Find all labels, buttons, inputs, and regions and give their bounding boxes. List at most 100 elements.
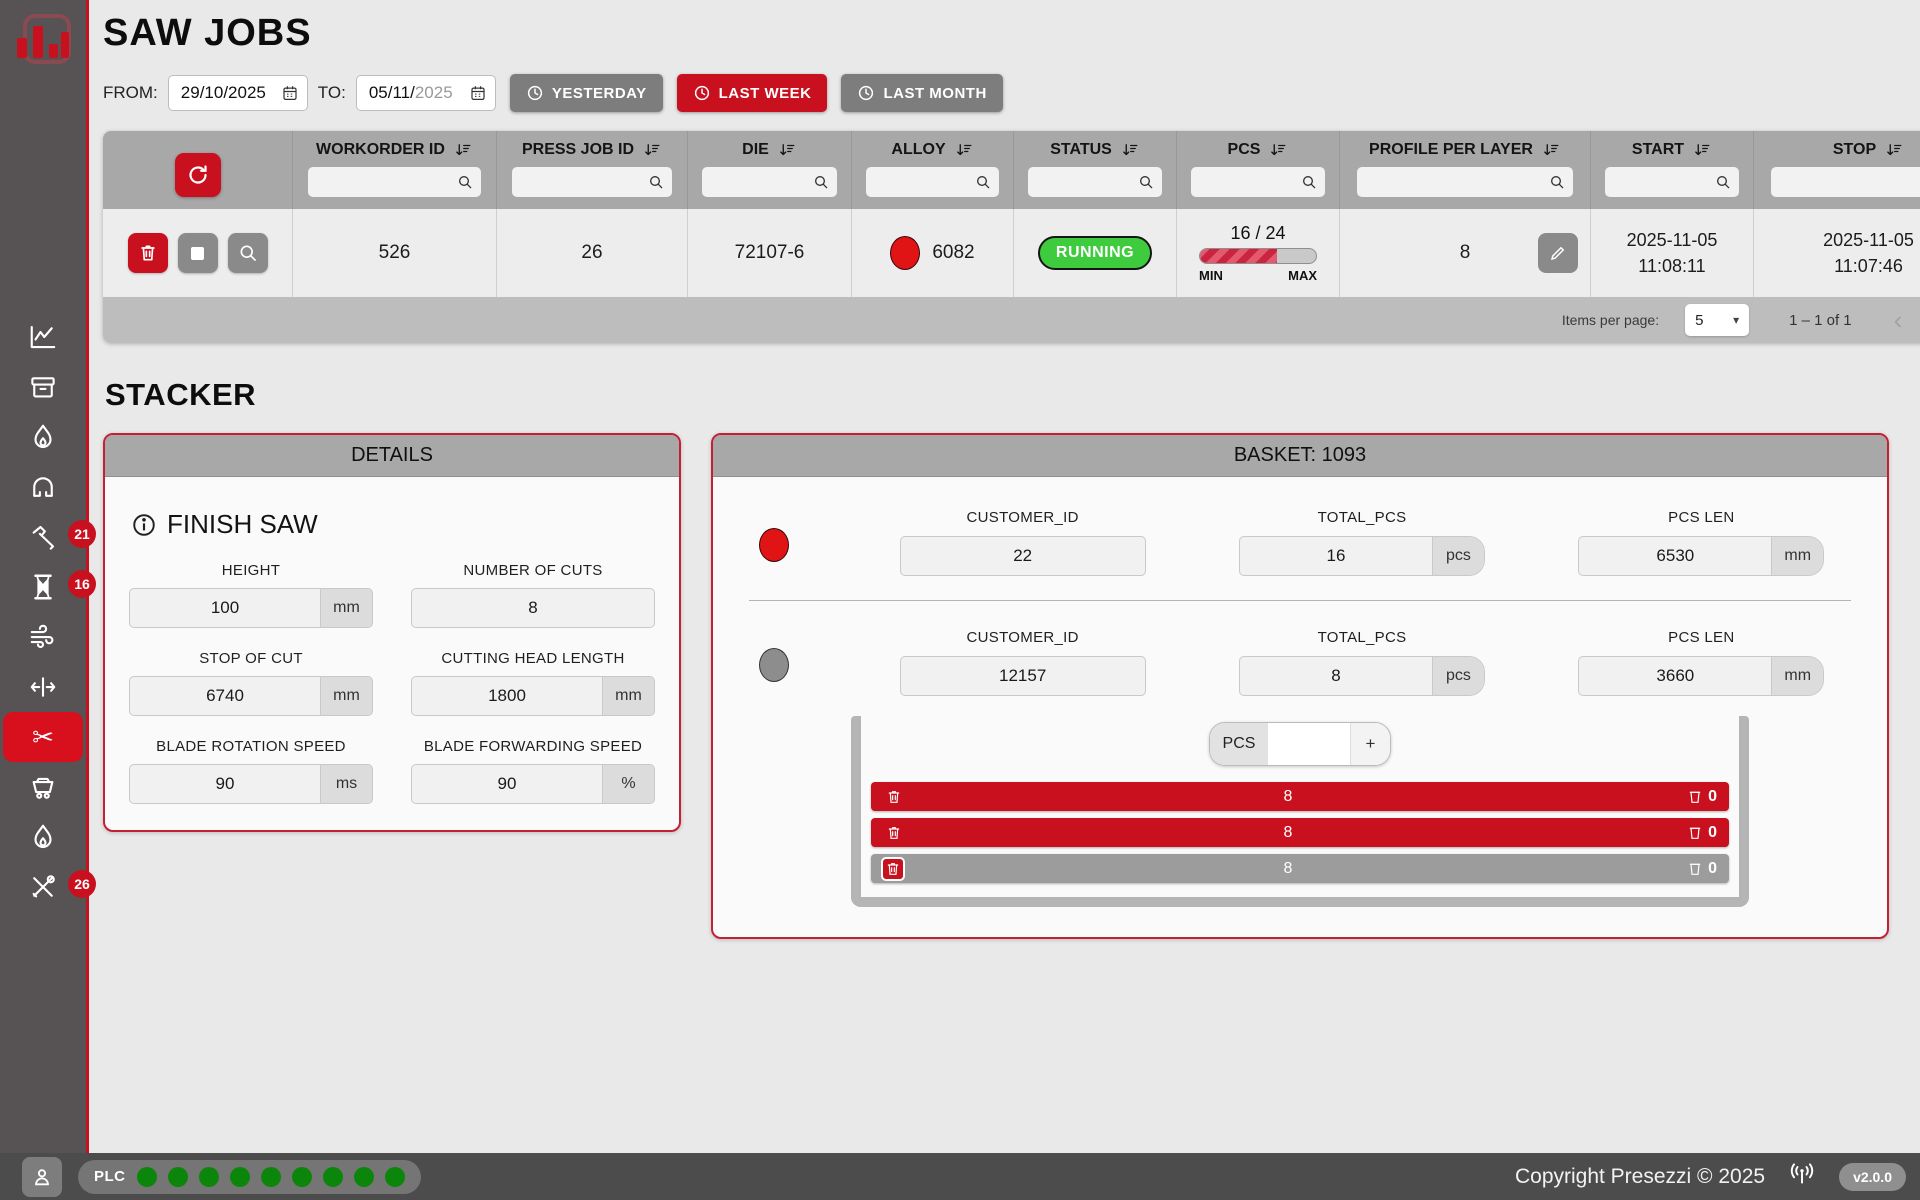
pcs-min-label: MIN (1199, 268, 1223, 283)
table-row: 526 26 72107-6 6082 RUNNING 16 / 24 (103, 209, 1920, 297)
plc-dot (354, 1167, 374, 1187)
to-date-input[interactable]: 05/11/2025 (356, 75, 496, 111)
app-logo[interactable] (0, 0, 86, 96)
delete-layer-button[interactable] (871, 789, 917, 805)
add-layer-button[interactable]: + (1350, 723, 1390, 765)
workorder-search[interactable] (308, 167, 480, 197)
calendar-icon[interactable] (281, 84, 299, 102)
edit-profile-button[interactable] (1538, 233, 1578, 273)
layer-qty: 8 (917, 788, 1659, 806)
sidebar-item-magnet[interactable] (0, 462, 86, 512)
trolley-icon (28, 772, 58, 802)
customer-id-input[interactable]: 12157 (900, 656, 1146, 696)
height-input[interactable]: 100mm (129, 588, 373, 628)
search-input[interactable] (1779, 174, 1920, 190)
sidebar-item-basket[interactable] (0, 762, 86, 812)
cutting-head-length-input[interactable]: 1800mm (411, 676, 655, 716)
blade-rotation-speed-input[interactable]: 90ms (129, 764, 373, 804)
start-cell: 2025-11-0511:08:11 (1591, 209, 1754, 297)
sidebar-item-press[interactable]: 21 (0, 512, 86, 562)
plc-status-dots (137, 1167, 405, 1187)
status-badge: RUNNING (1038, 236, 1152, 270)
blade-rotation-speed-field: BLADE ROTATION SPEED 90ms (129, 738, 373, 804)
alloy-value: 6082 (932, 242, 974, 264)
to-date-value: 05/11/2025 (369, 83, 453, 103)
sort-icon[interactable] (1268, 141, 1288, 159)
sort-icon[interactable] (954, 141, 974, 159)
number-of-cuts-input[interactable]: 8 (411, 588, 655, 628)
delete-layer-button[interactable] (871, 825, 917, 841)
refresh-button[interactable] (175, 153, 221, 197)
sort-icon[interactable] (453, 141, 473, 159)
stop-job-button[interactable] (178, 233, 218, 273)
sort-icon[interactable] (1884, 141, 1904, 159)
pcs-len-input[interactable]: 3660mm (1578, 656, 1824, 696)
status-search[interactable] (1028, 167, 1162, 197)
yesterday-button[interactable]: YESTERDAY (510, 74, 663, 112)
stop-search[interactable] (1771, 167, 1920, 197)
blade-forwarding-speed-input[interactable]: 90% (411, 764, 655, 804)
sidebar-item-remelt[interactable] (0, 812, 86, 862)
column-title: PRESS JOB ID (522, 141, 634, 159)
pcs-count: 16 / 24 (1199, 223, 1317, 244)
sidebar-item-archive[interactable] (0, 362, 86, 412)
column-title: START (1632, 141, 1684, 159)
search-input[interactable] (1199, 174, 1301, 190)
stop-of-cut-input[interactable]: 6740mm (129, 676, 373, 716)
total-pcs-input[interactable]: 16pcs (1239, 536, 1485, 576)
search-input[interactable] (710, 174, 813, 190)
sidebar-item-furnace[interactable] (0, 412, 86, 462)
die-search[interactable] (702, 167, 837, 197)
press-job-search[interactable] (512, 167, 672, 197)
pcs-len-input[interactable]: 6530mm (1578, 536, 1824, 576)
last-month-button[interactable]: LAST MONTH (841, 74, 1002, 112)
profile-per-layer-cell: 8 (1340, 209, 1591, 297)
page-size-select[interactable]: 5 ▾ (1685, 304, 1749, 336)
alloy-search[interactable] (866, 167, 999, 197)
last-week-button[interactable]: LAST WEEK (677, 74, 828, 112)
sidebar-item-maintenance[interactable]: 26 (0, 862, 86, 912)
sidebar-item-cooling[interactable] (0, 612, 86, 662)
info-icon (131, 512, 157, 538)
stop-cell: 2025-11-0511:07:46 (1754, 209, 1920, 297)
inspect-job-button[interactable] (228, 233, 268, 273)
delete-layer-button-selected[interactable] (881, 857, 905, 881)
search-input[interactable] (1613, 174, 1715, 190)
previous-page-button[interactable]: ‹ (1894, 307, 1903, 333)
number-of-cuts-field: NUMBER OF CUTS 8 (411, 562, 655, 628)
from-label: FROM: (103, 83, 158, 103)
search-input[interactable] (1036, 174, 1138, 190)
sort-icon[interactable] (1541, 141, 1561, 159)
layer-row[interactable]: 8 0 (871, 818, 1729, 847)
pcs-search[interactable] (1191, 167, 1325, 197)
search-icon (1301, 174, 1317, 190)
from-date-value: 29/10/2025 (181, 83, 266, 103)
search-input[interactable] (520, 174, 648, 190)
sidebar-item-aging[interactable]: 16 (0, 562, 86, 612)
layer-row[interactable]: 8 0 (871, 782, 1729, 811)
total-pcs-input[interactable]: 8pcs (1239, 656, 1485, 696)
plc-status-pill: PLC (78, 1160, 421, 1194)
plc-dot (261, 1167, 281, 1187)
delete-job-button[interactable] (128, 233, 168, 273)
pcs-max-label: MAX (1288, 268, 1317, 283)
sidebar-item-saw-active[interactable]: ✂ (3, 712, 83, 762)
calendar-icon[interactable] (469, 84, 487, 102)
profile-search[interactable] (1357, 167, 1572, 197)
from-date-input[interactable]: 29/10/2025 (168, 75, 308, 111)
layer-row-selected[interactable]: 8 0 (871, 854, 1729, 883)
search-input[interactable] (1365, 174, 1548, 190)
user-account-button[interactable] (22, 1157, 62, 1197)
sort-icon[interactable] (1692, 141, 1712, 159)
sort-icon[interactable] (1120, 141, 1140, 159)
search-input[interactable] (316, 174, 456, 190)
customer-id-input[interactable]: 22 (900, 536, 1146, 576)
sort-icon[interactable] (777, 141, 797, 159)
search-input[interactable] (874, 174, 975, 190)
sidebar-item-charts[interactable] (0, 312, 86, 362)
sort-icon[interactable] (642, 141, 662, 159)
stop-time: 11:07:46 (1823, 253, 1914, 279)
sidebar-item-stretcher[interactable] (0, 662, 86, 712)
start-search[interactable] (1605, 167, 1739, 197)
pcs-stepper-input[interactable] (1268, 723, 1350, 765)
